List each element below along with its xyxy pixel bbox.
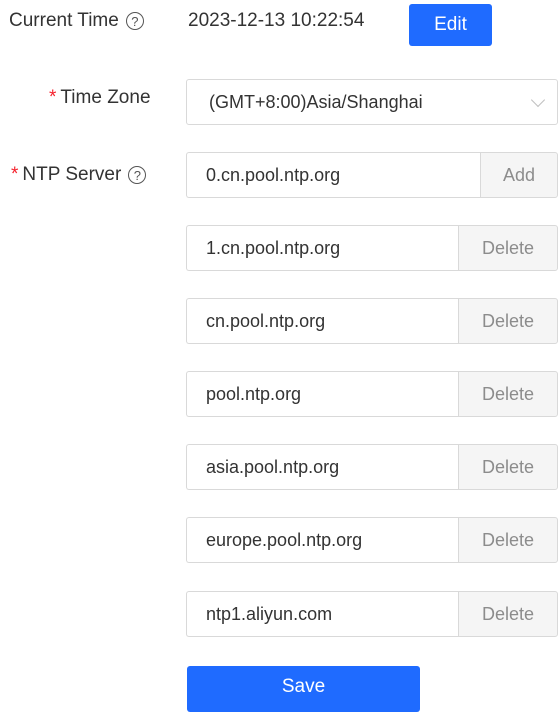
ntp-server-input[interactable] — [186, 152, 480, 198]
help-icon[interactable]: ? — [125, 12, 144, 30]
delete-ntp-server-button[interactable]: Delete — [458, 591, 558, 637]
current-time-label-row: Current Time ? — [9, 10, 144, 32]
time-zone-select[interactable]: (GMT+8:00)Asia/Shanghai — [186, 79, 558, 125]
ntp-server-entry: Delete — [186, 591, 558, 637]
current-time-label: Current Time — [9, 10, 119, 31]
ntp-server-entry: Delete — [186, 225, 558, 271]
save-button[interactable]: Save — [187, 666, 420, 712]
required-mark: * — [11, 164, 19, 185]
time-zone-label: Time Zone — [60, 87, 151, 108]
time-zone-label-row: * Time Zone — [49, 87, 151, 109]
delete-ntp-server-button[interactable]: Delete — [458, 225, 558, 271]
ntp-server-input[interactable] — [186, 517, 458, 563]
ntp-server-label-row: * NTP Server ? — [11, 164, 147, 186]
time-zone-selected-value: (GMT+8:00)Asia/Shanghai — [209, 91, 423, 112]
ntp-server-label: NTP Server — [22, 164, 122, 185]
ntp-server-entry: Delete — [186, 444, 558, 490]
chevron-down-icon — [530, 92, 546, 108]
ntp-server-input[interactable] — [186, 371, 458, 417]
required-mark: * — [49, 87, 57, 108]
ntp-server-input[interactable] — [186, 298, 458, 344]
delete-ntp-server-button[interactable]: Delete — [458, 517, 558, 563]
ntp-server-input[interactable] — [186, 225, 458, 271]
delete-ntp-server-button[interactable]: Delete — [458, 371, 558, 417]
ntp-server-entry: Delete — [186, 298, 558, 344]
add-ntp-server-button[interactable]: Add — [480, 152, 558, 198]
edit-button[interactable]: Edit — [409, 4, 492, 46]
ntp-server-input[interactable] — [186, 591, 458, 637]
ntp-server-input[interactable] — [186, 444, 458, 490]
current-time-value: 2023-12-13 10:22:54 — [188, 10, 365, 31]
ntp-server-entry: Delete — [186, 517, 558, 563]
delete-ntp-server-button[interactable]: Delete — [458, 298, 558, 344]
delete-ntp-server-button[interactable]: Delete — [458, 444, 558, 490]
ntp-server-entry: Add — [186, 152, 558, 198]
help-icon[interactable]: ? — [128, 166, 147, 184]
ntp-server-entry: Delete — [186, 371, 558, 417]
